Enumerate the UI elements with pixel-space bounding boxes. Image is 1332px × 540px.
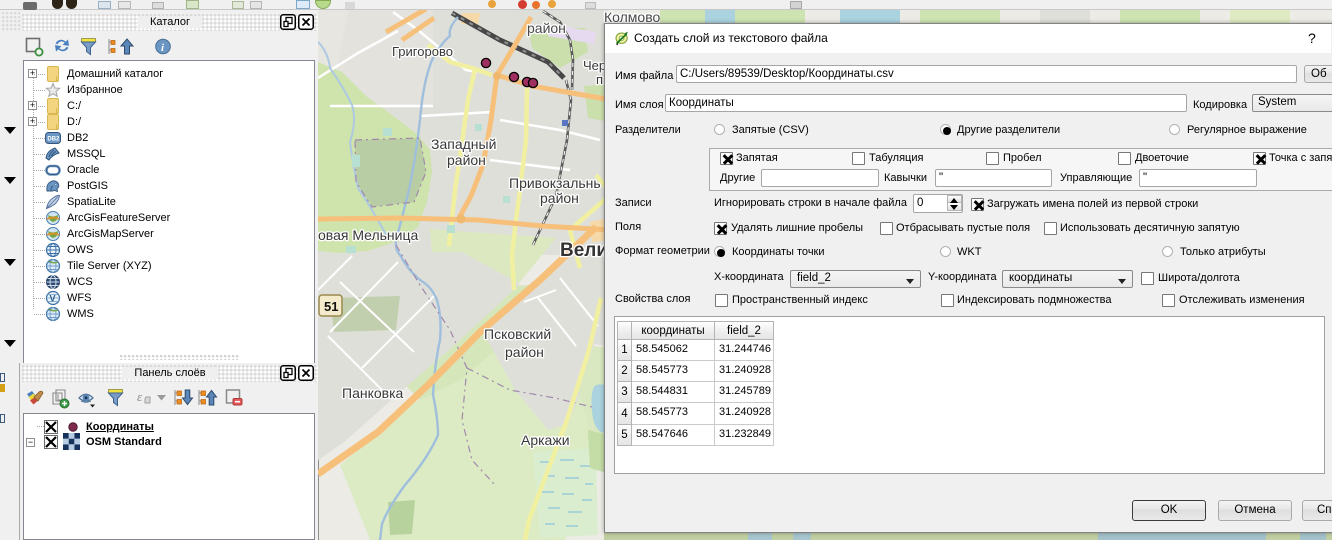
svg-text:район: район [527,20,566,36]
svg-text:Аркажи: Аркажи [521,432,570,448]
svg-text:район: район [505,344,544,360]
svg-text:Вели: Вели [560,240,608,261]
svg-text:овая Мельница: овая Мельница [318,227,418,243]
svg-text:ε: ε [137,389,143,404]
svg-text:п: п [596,72,603,87]
svg-text:Привокзальнь: Привокзальнь [509,175,601,191]
svg-text:район: район [447,152,486,168]
svg-text:Панковка: Панковка [342,385,404,401]
svg-text:Псковский: Псковский [484,326,551,342]
svg-text:Западный: Западный [431,136,496,152]
svg-text:район: район [540,190,579,206]
svg-text:Григорово: Григорово [392,44,453,59]
svg-text:Чер: Чер [583,58,606,73]
svg-text:51: 51 [324,299,338,314]
